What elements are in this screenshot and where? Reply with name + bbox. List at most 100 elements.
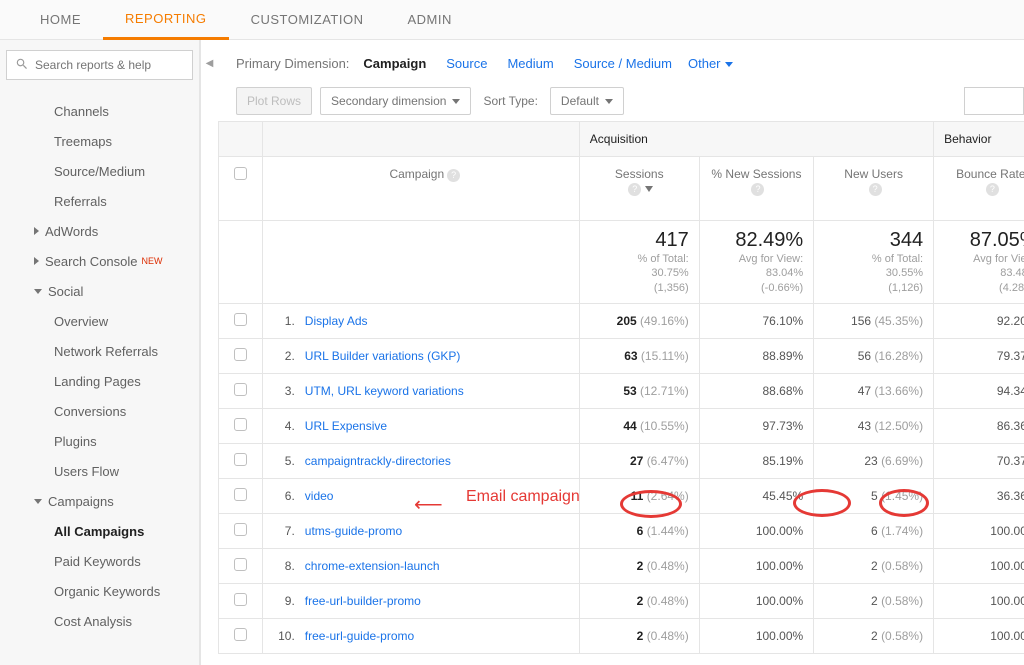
table-row: 4.URL Expensive44 (10.55%)97.73%43 (12.5… [219, 408, 1024, 443]
chevron-down-icon [34, 499, 42, 504]
dim-source-medium[interactable]: Source / Medium [574, 56, 672, 71]
chevron-down-icon [452, 99, 460, 104]
cell-sessions: 205 (49.16%) [579, 303, 699, 338]
cell-sessions: 44 (10.55%) [579, 408, 699, 443]
campaign-link[interactable]: chrome-extension-launch [305, 559, 440, 573]
nav-users-flow[interactable]: Users Flow [4, 456, 199, 486]
row-checkbox[interactable] [219, 618, 263, 653]
nav-social[interactable]: Social [4, 276, 199, 306]
nav-overview[interactable]: Overview [4, 306, 199, 336]
search-input[interactable] [35, 58, 184, 72]
nav-all-campaigns[interactable]: All Campaigns [4, 516, 199, 546]
campaign-link[interactable]: URL Expensive [305, 419, 387, 433]
row-checkbox[interactable] [219, 548, 263, 583]
dim-medium[interactable]: Medium [507, 56, 553, 71]
cell-new-users: 43 (12.50%) [814, 408, 934, 443]
select-all-checkbox[interactable] [219, 157, 263, 221]
nav-network-referrals[interactable]: Network Referrals [4, 336, 199, 366]
checkbox-icon [234, 418, 247, 431]
nav-conversions[interactable]: Conversions [4, 396, 199, 426]
secondary-dimension-select[interactable]: Secondary dimension [320, 87, 471, 115]
row-checkbox[interactable] [219, 338, 263, 373]
table-search-input[interactable] [964, 87, 1024, 115]
cell-sessions: 63 (15.11%) [579, 338, 699, 373]
nav-paid-keywords[interactable]: Paid Keywords [4, 546, 199, 576]
nav-channels[interactable]: Channels [4, 96, 199, 126]
sidebar-collapse[interactable]: ◀ [200, 40, 218, 665]
row-checkbox[interactable] [219, 443, 263, 478]
nav-adwords[interactable]: AdWords [4, 216, 199, 246]
chevron-left-icon: ◀ [206, 58, 214, 665]
tab-home[interactable]: HOME [18, 0, 103, 40]
tab-admin[interactable]: ADMIN [385, 0, 473, 40]
nav-referrals[interactable]: Referrals [4, 186, 199, 216]
cell-bounce: 79.37% [934, 338, 1024, 373]
sort-type-select[interactable]: Default [550, 87, 624, 115]
row-campaign-cell: 4.URL Expensive [262, 408, 579, 443]
campaign-link[interactable]: free-url-guide-promo [305, 629, 414, 643]
checkbox-icon [234, 488, 247, 501]
nav-source-medium[interactable]: Source/Medium [4, 156, 199, 186]
cell-new-users: 5 (1.45%) [814, 478, 934, 513]
search-reports[interactable] [6, 50, 193, 80]
checkbox-icon [234, 453, 247, 466]
cell-sessions: 2 (0.48%) [579, 548, 699, 583]
sort-type-label: Sort Type: [483, 94, 537, 108]
table-row: 7.utms-guide-promo6 (1.44%)100.00%6 (1.7… [219, 513, 1024, 548]
table-controls: Plot Rows Secondary dimension Sort Type:… [218, 81, 1024, 121]
cell-bounce: 100.00% [934, 618, 1024, 653]
col-new-sessions[interactable]: % New Sessions? [699, 157, 813, 221]
nav-landing-pages[interactable]: Landing Pages [4, 366, 199, 396]
cell-bounce: 100.00% [934, 548, 1024, 583]
main-content: Primary Dimension: Campaign Source Mediu… [218, 40, 1024, 665]
table-row: 8.chrome-extension-launch2 (0.48%) 100.00… [219, 548, 1024, 583]
nav-campaigns[interactable]: Campaigns [4, 486, 199, 516]
dim-other[interactable]: Other [688, 56, 733, 71]
cell-new-sessions: 85.19% [699, 443, 813, 478]
campaign-link[interactable]: Display Ads [305, 314, 368, 328]
checkbox-icon [234, 383, 247, 396]
help-icon[interactable]: ? [447, 169, 460, 182]
help-icon[interactable]: ? [628, 183, 641, 196]
table-row: 6.video11 (2.64%)45.45%5 (1.45%)36.36%8.… [219, 478, 1024, 513]
tab-customization[interactable]: CUSTOMIZATION [229, 0, 386, 40]
table-row: 3.UTM, URL keyword variations53 (12.71%)… [219, 373, 1024, 408]
help-icon[interactable]: ? [986, 183, 999, 196]
col-bounce-rate[interactable]: Bounce Rate? [934, 157, 1024, 221]
row-checkbox[interactable] [219, 373, 263, 408]
campaign-link[interactable]: utms-guide-promo [305, 524, 402, 538]
col-sessions[interactable]: Sessions? [579, 157, 699, 221]
campaign-link[interactable]: campaigntrackly-directories [305, 454, 451, 468]
dim-source[interactable]: Source [446, 56, 487, 71]
nav-organic-keywords[interactable]: Organic Keywords [4, 576, 199, 606]
row-checkbox[interactable] [219, 583, 263, 618]
row-campaign-cell: 8.chrome-extension-launch [262, 548, 579, 583]
tab-reporting[interactable]: REPORTING [103, 0, 229, 40]
row-checkbox[interactable] [219, 513, 263, 548]
summary-row: 417% of Total:30.75%(1,356) 82.49%Avg fo… [219, 221, 1024, 304]
row-checkbox[interactable] [219, 478, 263, 513]
nav-treemaps[interactable]: Treemaps [4, 126, 199, 156]
nav-plugins[interactable]: Plugins [4, 426, 199, 456]
cell-new-users: 2 (0.58%) [814, 548, 934, 583]
help-icon[interactable]: ? [751, 183, 764, 196]
help-icon[interactable]: ? [869, 183, 882, 196]
campaign-link[interactable]: URL Builder variations (GKP) [305, 349, 461, 363]
cell-new-users: 156 (45.35%) [814, 303, 934, 338]
plot-rows-button[interactable]: Plot Rows [236, 87, 312, 115]
campaign-link[interactable]: video [305, 489, 334, 503]
col-new-users[interactable]: New Users? [814, 157, 934, 221]
cell-new-sessions: 76.10% [699, 303, 813, 338]
dim-campaign[interactable]: Campaign [363, 56, 426, 71]
row-checkbox[interactable] [219, 303, 263, 338]
campaign-link[interactable]: UTM, URL keyword variations [305, 384, 464, 398]
cell-new-sessions: 100.00% [699, 583, 813, 618]
cell-bounce: 36.36% [934, 478, 1024, 513]
nav-search-console[interactable]: Search ConsoleNEW [4, 246, 199, 276]
nav-cost-analysis[interactable]: Cost Analysis [4, 606, 199, 636]
campaign-link[interactable]: free-url-builder-promo [305, 594, 421, 608]
cell-sessions: 2 (0.48%) [579, 583, 699, 618]
col-campaign[interactable]: Campaign? [262, 157, 579, 221]
checkbox-icon [234, 313, 247, 326]
row-checkbox[interactable] [219, 408, 263, 443]
